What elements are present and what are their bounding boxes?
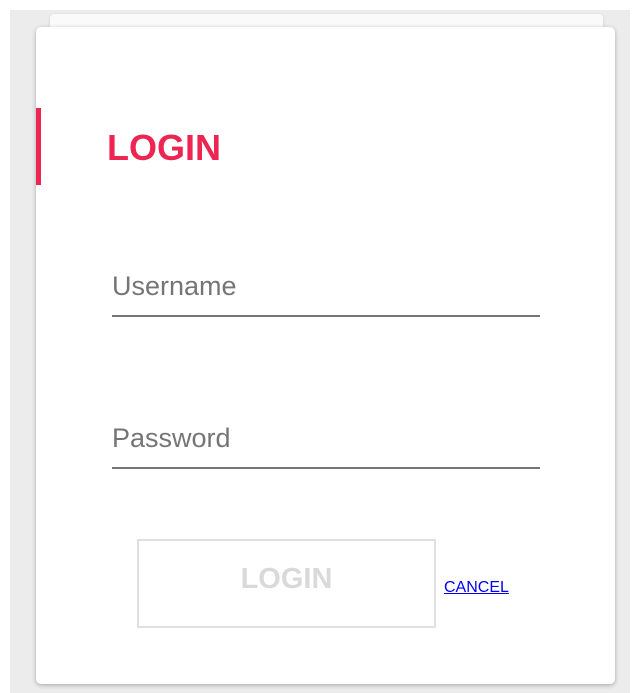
login-card: LOGIN LOGIN CANCEL (36, 27, 615, 684)
login-title: LOGIN (107, 127, 221, 168)
page: LOGIN LOGIN CANCEL (0, 0, 632, 693)
cancel-link[interactable]: CANCEL (444, 579, 509, 597)
password-input[interactable] (112, 409, 540, 467)
username-underline (112, 315, 540, 317)
title-accent-bar (36, 108, 41, 185)
username-input[interactable] (112, 257, 540, 315)
username-field (112, 257, 540, 317)
password-field (112, 409, 540, 469)
login-button[interactable]: LOGIN (137, 539, 436, 628)
password-underline (112, 467, 540, 469)
